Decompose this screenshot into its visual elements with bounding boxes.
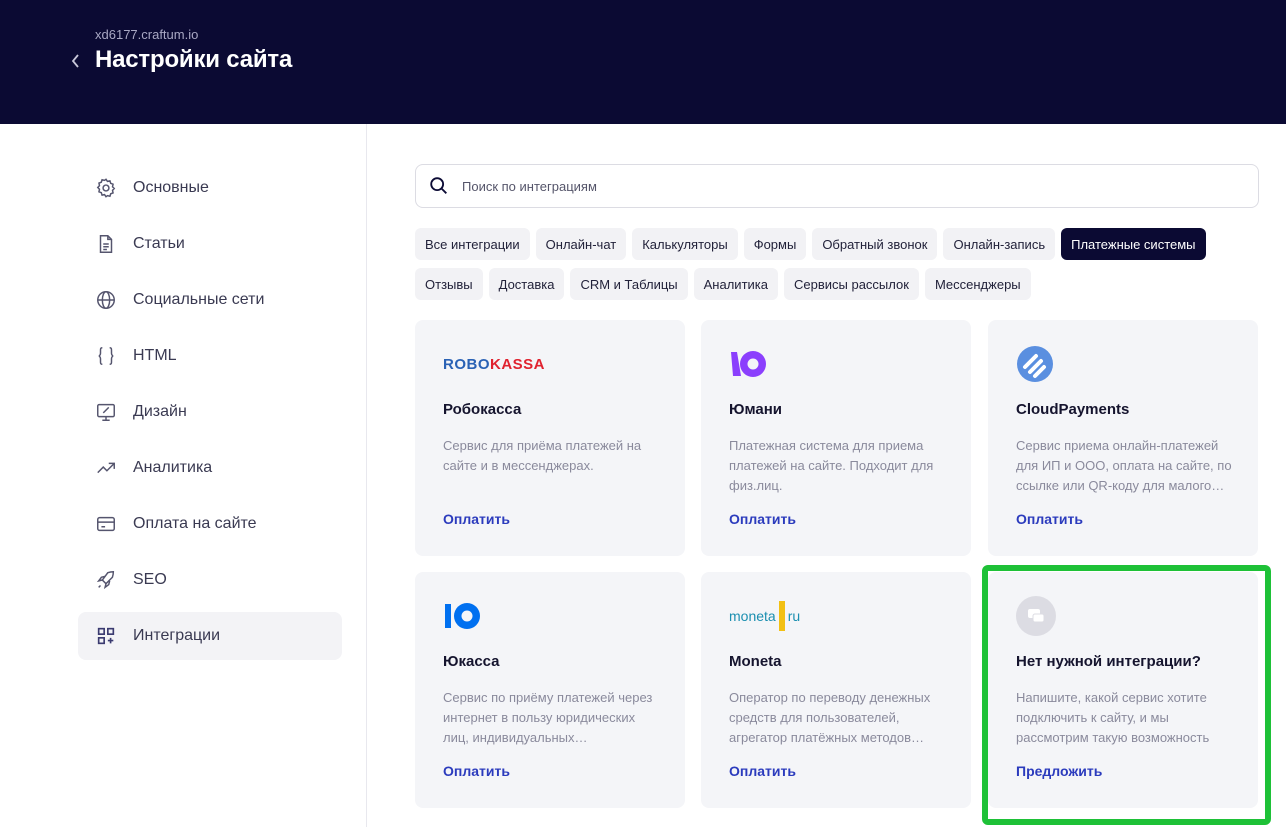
filter-online-booking[interactable]: Онлайн-запись [943,228,1056,260]
filter-reviews[interactable]: Отзывы [415,268,483,300]
gear-icon [94,176,118,200]
integration-card-cloudpayments[interactable]: CloudPayments Сервис приема онлайн-плате… [988,320,1258,556]
filter-delivery[interactable]: Доставка [488,268,565,300]
pay-link[interactable]: Оплатить [729,511,796,527]
integrations-icon [94,624,118,648]
pay-link[interactable]: Оплатить [443,511,510,527]
integration-card-yookassa[interactable]: Юкасса Сервис по приёму платежей через и… [415,572,685,808]
rocket-icon [94,568,118,592]
back-button[interactable] [68,50,84,72]
filter-crm[interactable]: CRM и Таблицы [570,268,688,300]
sidebar-item-label: Статьи [133,235,185,252]
sidebar-item-label: Аналитика [133,459,213,476]
filter-callback[interactable]: Обратный звонок [812,228,938,260]
search-input[interactable] [462,178,1222,194]
sidebar-item-label: SEO [133,571,167,588]
sidebar-item-design[interactable]: Дизайн [78,388,342,436]
card-title: Нет нужной интеграции? [1016,653,1201,670]
page-title: Настройки сайта [95,46,293,73]
sidebar-item-analytics[interactable]: Аналитика [78,444,342,492]
robokassa-logo: ROBO KASSA [443,355,546,373]
sidebar-item-label: Интеграции [133,627,221,644]
card-description: Сервис по приёму платежей через интернет… [443,690,653,745]
trend-icon [94,456,118,480]
sidebar-item-label: Основные [133,179,209,196]
card-title: Робокасса [443,401,522,418]
sidebar-item-main[interactable]: Основные [78,164,342,212]
integration-card-yoomoney[interactable]: Юмани Платежная система для приема плате… [701,320,971,556]
braces-icon [94,344,118,368]
card-title: Moneta [729,653,782,670]
integration-card-suggest[interactable]: Нет нужной интеграции? Напишите, какой с… [988,572,1258,808]
card-description: Напишите, какой сервис хотите подключить… [1016,690,1210,745]
sidebar-item-articles[interactable]: Статьи [78,220,342,268]
search-box [415,164,1259,208]
pay-link[interactable]: Оплатить [1016,511,1083,527]
document-icon [94,232,118,256]
settings-sidebar: Основные Статьи Социальные сети HTML Диз… [0,124,367,827]
suggest-link[interactable]: Предложить [1016,763,1102,779]
card-title: Юкасса [443,653,500,670]
sidebar-item-payment[interactable]: Оплата на сайте [78,500,342,548]
yoomoney-logo [729,344,769,384]
filter-payment-systems[interactable]: Платежные системы [1061,228,1206,260]
sidebar-item-integrations[interactable]: Интеграции [78,612,342,660]
moneta-logo: moneta ru [729,596,800,636]
sidebar-item-social[interactable]: Социальные сети [78,276,342,324]
card-description: Сервис для приёма платежей на сайте и в … [443,438,642,473]
filter-analytics[interactable]: Аналитика [693,268,778,300]
integration-card-moneta[interactable]: moneta ru Moneta Оператор по переводу де… [701,572,971,808]
search-icon [430,177,447,194]
filter-row-1: Все интеграции Онлайн-чат Калькуляторы Ф… [415,228,1206,260]
filter-calculators[interactable]: Калькуляторы [632,228,738,260]
filter-messengers[interactable]: Мессенджеры [924,268,1031,300]
pay-link[interactable]: Оплатить [443,763,510,779]
pay-link[interactable]: Оплатить [729,763,796,779]
filter-row-2: Отзывы Доставка CRM и Таблицы Аналитика … [415,268,1031,300]
sidebar-item-label: HTML [133,347,177,364]
filter-mailing[interactable]: Сервисы рассылок [784,268,919,300]
card-icon [94,512,118,536]
card-description: Платежная система для приема платежей на… [729,438,934,493]
filter-online-chat[interactable]: Онлайн-чат [535,228,627,260]
filter-forms[interactable]: Формы [743,228,807,260]
integration-card-robokassa[interactable]: ROBO KASSA Робокасса Сервис для приёма пл… [415,320,685,556]
sidebar-item-label: Социальные сети [133,291,265,308]
sidebar-item-seo[interactable]: SEO [78,556,342,604]
sidebar-item-html[interactable]: HTML [78,332,342,380]
yookassa-logo [443,596,483,636]
card-title: Юмани [729,401,782,418]
sidebar-item-label: Оплата на сайте [133,515,257,532]
chevron-left-icon [71,54,79,68]
cloudpayments-logo [1016,344,1054,384]
sidebar-item-label: Дизайн [133,403,187,420]
card-description: Оператор по переводу денежных средств дл… [729,690,931,745]
filter-all[interactable]: Все интеграции [415,228,530,260]
site-domain: xd6177.craftum.io [95,27,199,42]
chat-bubble-icon [1016,596,1056,636]
card-title: CloudPayments [1016,401,1130,418]
page-header: xd6177.craftum.io Настройки сайта [0,0,1286,124]
card-description: Сервис приема онлайн-платежей для ИП и О… [1016,438,1232,493]
design-icon [94,400,118,424]
globe-icon [94,288,118,312]
